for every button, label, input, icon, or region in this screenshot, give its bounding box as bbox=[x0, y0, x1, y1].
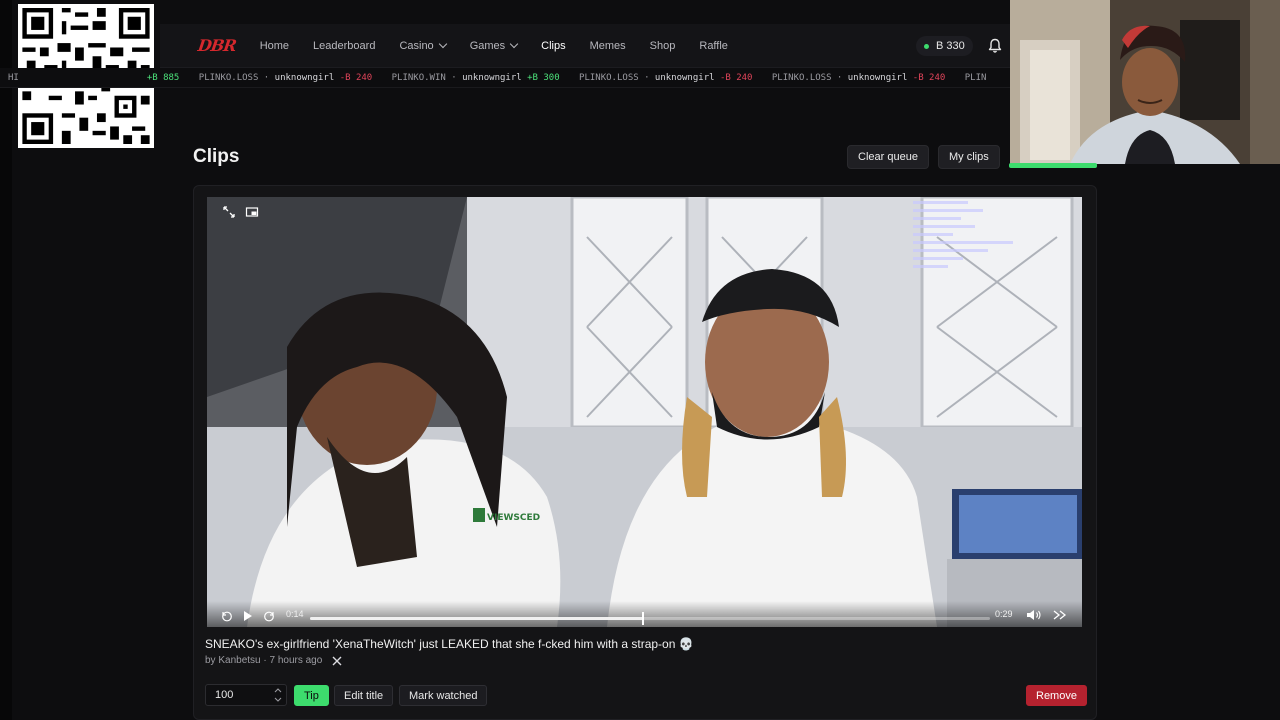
ticker-item: PLINKO.LOSS · unknowngirl -B 240 bbox=[771, 73, 946, 83]
nav-link-casino[interactable]: Casino bbox=[399, 39, 447, 52]
duration: 0:29 bbox=[995, 609, 1013, 619]
nav-link-leaderboard[interactable]: Leaderboard bbox=[313, 40, 375, 52]
balance-value: B 330 bbox=[936, 40, 965, 52]
ticker-item: PLINKO.LOSS · unknowngirl -B 240 bbox=[198, 73, 373, 83]
clip-title: SNEAKO's ex-girlfriend 'XenaTheWitch' ju… bbox=[205, 637, 694, 651]
balance-badge[interactable]: B 330 bbox=[916, 36, 973, 56]
nav-link-home[interactable]: Home bbox=[260, 40, 289, 52]
nav-link-label: Raffle bbox=[699, 39, 728, 52]
nav-link-clips[interactable]: Clips bbox=[541, 40, 565, 52]
nav-link-raffle[interactable]: Raffle bbox=[699, 40, 728, 52]
x-logo-icon[interactable] bbox=[332, 656, 342, 666]
accent-bar bbox=[1009, 163, 1097, 168]
nav-link-games[interactable]: Games bbox=[469, 39, 519, 52]
chevron-down-icon bbox=[438, 39, 447, 48]
volume-icon[interactable] bbox=[1026, 609, 1042, 621]
nav-link-label: Clips bbox=[541, 39, 566, 52]
ticker-item: PLIN bbox=[964, 73, 987, 83]
clear-queue-button[interactable]: Clear queue bbox=[847, 145, 929, 169]
activity-ticker: HI +B 885 PLINKO.LOSS · unknowngirl -B 24… bbox=[0, 68, 1010, 88]
rewind-icon[interactable] bbox=[221, 610, 233, 622]
clip-meta: by Kanbetsu · 7 hours ago bbox=[205, 655, 342, 666]
bell-icon[interactable] bbox=[988, 38, 1002, 54]
webcam-overlay bbox=[1010, 0, 1280, 164]
tip-stepper-icon[interactable] bbox=[273, 686, 283, 704]
current-time: 0:14 bbox=[286, 609, 304, 619]
player-controls: 0:14 0:29 bbox=[207, 601, 1082, 627]
nav-link-shop[interactable]: Shop bbox=[650, 40, 676, 52]
online-dot-icon bbox=[924, 43, 929, 49]
mark-watched-button[interactable]: Mark watched bbox=[399, 685, 488, 706]
nav-link-label: Home bbox=[259, 39, 290, 52]
remove-button[interactable]: Remove bbox=[1026, 685, 1087, 706]
tip-button[interactable]: Tip bbox=[294, 685, 329, 706]
clip-author-time: by Kanbetsu · 7 hours ago bbox=[205, 655, 323, 666]
picture-in-picture-icon[interactable] bbox=[245, 205, 259, 219]
nav-link-label: Leaderboard bbox=[313, 39, 376, 52]
progress-thumb[interactable] bbox=[642, 612, 645, 625]
video-player[interactable]: VIEWSCED 0:14 0:29 bbox=[207, 197, 1082, 627]
page: DBR Home Leaderboard Casino Games Clips … bbox=[0, 0, 1280, 720]
nav-link-memes[interactable]: Memes bbox=[590, 40, 626, 52]
ticker-item: PLINKO.LOSS · unknowngirl -B 240 bbox=[579, 73, 753, 83]
forward-icon[interactable] bbox=[263, 610, 275, 622]
left-edge bbox=[0, 0, 12, 720]
progress-bar[interactable] bbox=[310, 612, 990, 625]
skip-icon[interactable] bbox=[1053, 609, 1067, 621]
my-clips-button[interactable]: My clips bbox=[938, 145, 1000, 169]
top-nav: DBR Home Leaderboard Casino Games Clips … bbox=[160, 24, 1010, 68]
webcam-image bbox=[1010, 0, 1280, 164]
nav-links: Home Leaderboard Casino Games Clips Meme… bbox=[260, 39, 752, 52]
ticker-item: HI +B 885 bbox=[8, 73, 180, 83]
progress-fill bbox=[310, 617, 644, 620]
expand-icon[interactable] bbox=[222, 205, 236, 219]
page-title: Clips bbox=[193, 146, 240, 167]
site-logo[interactable]: DBR bbox=[197, 36, 237, 55]
nav-link-label: Memes bbox=[589, 39, 626, 52]
video-frame: VIEWSCED bbox=[207, 197, 1082, 627]
nav-link-label: Casino bbox=[399, 39, 434, 52]
nav-link-label: Shop bbox=[649, 39, 676, 52]
edit-title-button[interactable]: Edit title bbox=[334, 685, 394, 706]
chevron-down-icon bbox=[509, 39, 519, 48]
nav-link-label: Games bbox=[469, 39, 506, 52]
play-icon[interactable] bbox=[243, 610, 253, 622]
ticker-item: PLINKO.WIN · unknowngirl +B 300 bbox=[391, 73, 560, 83]
video-watermark: VIEWSCED bbox=[487, 513, 540, 523]
